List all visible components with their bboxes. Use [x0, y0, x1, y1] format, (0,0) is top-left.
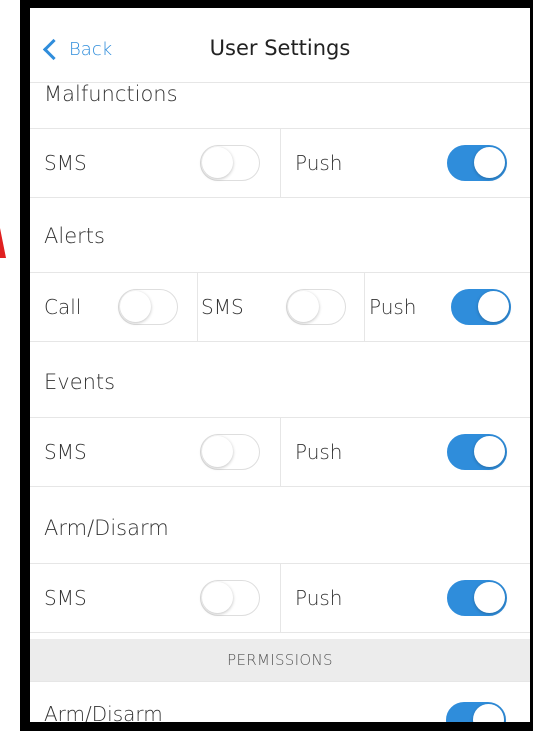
events-sms-cell: SMS: [30, 418, 280, 486]
toggle-knob: [202, 436, 233, 467]
push-label: Push: [295, 151, 343, 175]
toggle-knob: [478, 291, 509, 322]
section-title-alerts: Alerts: [44, 224, 105, 248]
push-label: Push: [369, 295, 417, 319]
events-row: SMS Push: [30, 417, 530, 487]
permissions-arm-disarm-row: Arm/Disarm: [30, 681, 530, 722]
toggle-knob: [288, 291, 319, 322]
alerts-sms-toggle[interactable]: [286, 289, 346, 325]
toggle-knob: [474, 147, 505, 178]
device-frame-bottom: [20, 722, 533, 731]
malfunctions-push-cell: Push: [280, 129, 530, 197]
alerts-call-cell: Call: [30, 273, 197, 341]
arm-disarm-row: SMS Push: [30, 563, 530, 633]
sms-label: SMS: [44, 586, 87, 610]
toggle-knob: [120, 291, 151, 322]
malfunctions-sms-cell: SMS: [30, 129, 280, 197]
permissions-section-header: PERMISSIONS: [30, 639, 530, 681]
events-push-cell: Push: [280, 418, 530, 486]
sms-label: SMS: [201, 295, 244, 319]
device-frame-left: [20, 0, 30, 731]
permissions-arm-disarm-toggle[interactable]: [446, 702, 506, 722]
permissions-arm-disarm-label: Arm/Disarm: [44, 702, 163, 722]
permissions-arm-disarm-cell: Arm/Disarm: [30, 682, 530, 722]
malfunctions-row: SMS Push: [30, 128, 530, 198]
arm-disarm-sms-cell: SMS: [30, 564, 280, 632]
push-label: Push: [295, 440, 343, 464]
settings-screen: Back User Settings Malfunctions SMS Push…: [30, 8, 530, 722]
device-frame-top: [20, 0, 533, 8]
toggle-knob: [474, 436, 505, 467]
call-label: Call: [44, 295, 82, 319]
alerts-sms-cell: SMS: [197, 273, 364, 341]
sms-label: SMS: [44, 151, 87, 175]
toggle-knob: [474, 582, 505, 613]
red-annotation-arrow: [0, 228, 6, 258]
section-title-arm-disarm: Arm/Disarm: [44, 516, 169, 540]
section-title-events: Events: [44, 370, 116, 394]
arm-disarm-push-cell: Push: [280, 564, 530, 632]
page-title: User Settings: [209, 36, 351, 60]
push-label: Push: [295, 586, 343, 610]
toggle-knob: [473, 704, 504, 722]
malfunctions-push-toggle[interactable]: [447, 145, 507, 181]
arm-disarm-push-toggle[interactable]: [447, 580, 507, 616]
section-title-malfunctions: Malfunctions: [44, 82, 178, 106]
alerts-call-toggle[interactable]: [118, 289, 178, 325]
malfunctions-sms-toggle[interactable]: [200, 145, 260, 181]
alerts-push-toggle[interactable]: [451, 289, 511, 325]
sms-label: SMS: [44, 440, 87, 464]
events-sms-toggle[interactable]: [200, 434, 260, 470]
nav-header: Back User Settings: [30, 8, 530, 83]
alerts-row: Call SMS Push: [30, 272, 530, 342]
arm-disarm-sms-toggle[interactable]: [200, 580, 260, 616]
toggle-knob: [202, 582, 233, 613]
events-push-toggle[interactable]: [447, 434, 507, 470]
alerts-push-cell: Push: [364, 273, 530, 341]
toggle-knob: [202, 147, 233, 178]
